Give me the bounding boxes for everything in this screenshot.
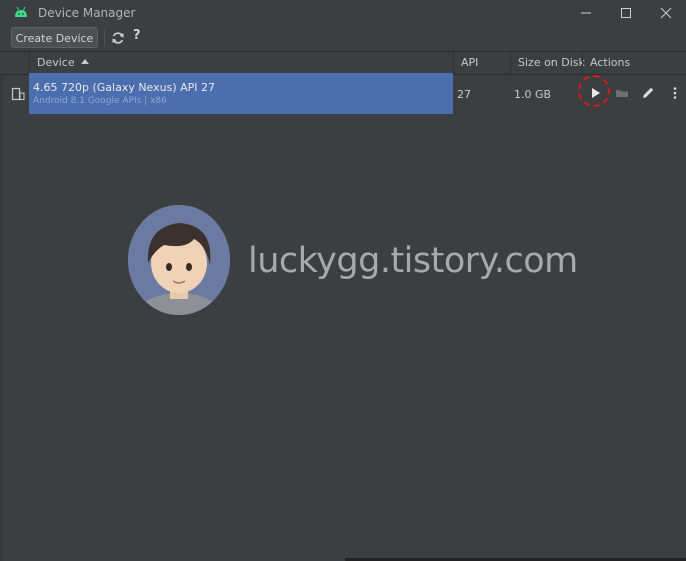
- size-on-disk: 1.0 GB: [514, 88, 552, 101]
- device-name: 4.65 720p (Galaxy Nexus) API 27: [33, 81, 216, 94]
- avatar: [128, 205, 230, 315]
- maximize-icon[interactable]: [617, 4, 635, 22]
- watermark: luckygg.tistory.com: [128, 205, 578, 317]
- window-title: Device Manager: [38, 6, 136, 20]
- toolbar: Create Device ?: [0, 26, 686, 50]
- sort-ascending-icon: [80, 59, 89, 64]
- device-cell[interactable]: 4.65 720p (Galaxy Nexus) API 27 Android …: [29, 73, 453, 114]
- android-icon: [15, 6, 27, 17]
- play-icon[interactable]: [587, 85, 603, 101]
- device-subtitle: Android 8.1 Google APIs | x86: [33, 96, 167, 106]
- column-api[interactable]: API: [461, 52, 478, 74]
- create-device-button[interactable]: Create Device: [11, 27, 98, 48]
- toolbar-divider: [104, 30, 105, 46]
- watermark-text: luckygg.tistory.com: [248, 241, 578, 281]
- left-edge: [0, 51, 3, 561]
- edit-icon[interactable]: [640, 85, 656, 101]
- title-bar: Device Manager: [0, 0, 686, 26]
- help-icon[interactable]: ?: [133, 28, 141, 43]
- api-level: 27: [457, 88, 471, 101]
- refresh-icon[interactable]: [111, 31, 125, 45]
- close-icon[interactable]: [657, 4, 675, 22]
- device-icon: [11, 87, 25, 101]
- minimize-icon[interactable]: [577, 4, 595, 22]
- column-actions: Actions: [590, 56, 631, 69]
- column-device[interactable]: Device: [37, 52, 89, 74]
- table-header: Device API Size on Disk Actions: [0, 51, 686, 75]
- folder-icon[interactable]: [614, 85, 630, 101]
- more-icon[interactable]: [667, 85, 683, 101]
- column-size-on-disk[interactable]: Size on Disk: [518, 52, 585, 74]
- table-row[interactable]: 4.65 720p (Galaxy Nexus) API 27 Android …: [0, 73, 686, 115]
